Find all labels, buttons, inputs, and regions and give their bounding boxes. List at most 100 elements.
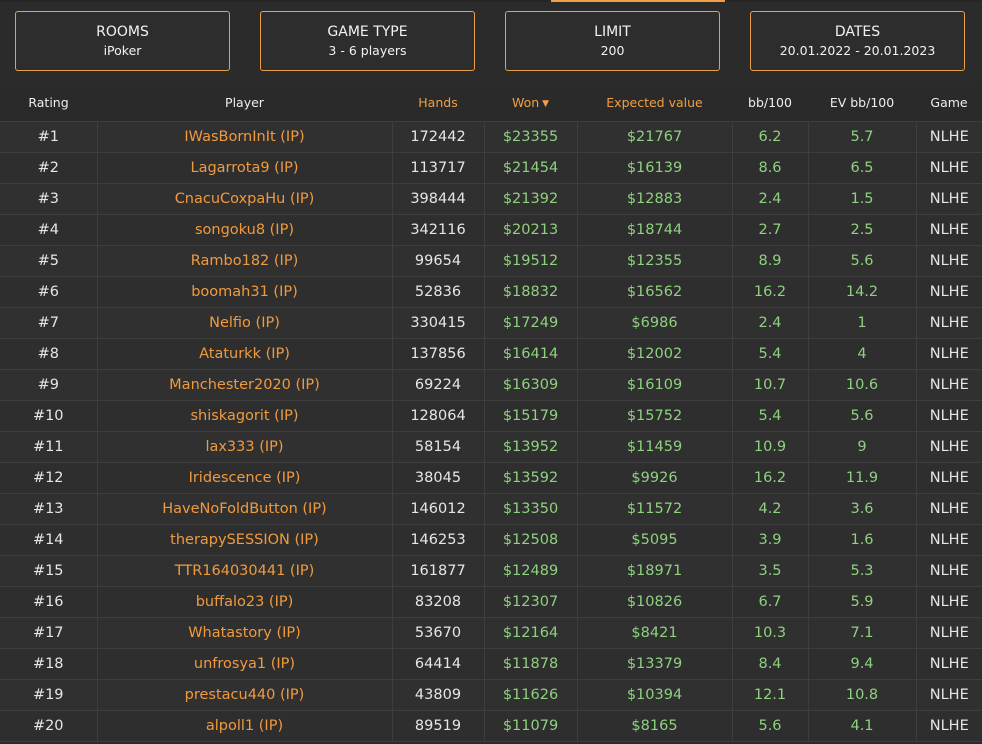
won-cell: $20213 <box>483 214 577 246</box>
rating-cell: #20 <box>0 710 97 742</box>
expected-value-cell: $12883 <box>576 183 732 215</box>
game-cell: NLHE <box>915 121 982 153</box>
rating-cell: #9 <box>0 369 97 401</box>
expected-value-cell: $8165 <box>576 710 732 742</box>
rating-cell: #4 <box>0 214 97 246</box>
column-header-hands[interactable]: Hands <box>392 84 484 122</box>
rating-cell: #5 <box>0 245 97 277</box>
game-cell: NLHE <box>915 710 982 742</box>
column-header-expected-value[interactable]: Expected value <box>577 84 732 122</box>
rating-cell: #6 <box>0 276 97 308</box>
game-cell: NLHE <box>915 555 982 587</box>
table-row[interactable]: #17 Whatastory (IP) 53670 $12164 $8421 10.3 7.… <box>0 617 982 649</box>
expected-value-cell: $21767 <box>576 121 732 153</box>
table-row[interactable]: #8 Ataturkk (IP) 137856 $16414 $12002 5.4 4 NLH… <box>0 338 982 370</box>
game-cell: NLHE <box>915 307 982 339</box>
player-link[interactable]: IWasBornInIt (IP) <box>96 121 392 153</box>
column-header-won[interactable]: Won ▼ <box>484 84 577 122</box>
game-cell: NLHE <box>915 183 982 215</box>
expected-value-cell: $8421 <box>576 617 732 649</box>
player-link[interactable]: HaveNoFoldButton (IP) <box>96 493 392 525</box>
player-link[interactable]: therapySESSION (IP) <box>96 524 392 556</box>
ev-bb100-cell: 9 <box>807 431 916 463</box>
won-cell: $21392 <box>483 183 577 215</box>
expected-value-cell: $9926 <box>576 462 732 494</box>
hands-cell: 137856 <box>391 338 484 370</box>
player-link[interactable]: buffalo23 (IP) <box>96 586 392 618</box>
player-link[interactable]: Nelfio (IP) <box>96 307 392 339</box>
table-row[interactable]: #5 Rambo182 (IP) 99654 $19512 $12355 8.9 5.6 NL… <box>0 245 982 277</box>
player-link[interactable]: Ataturkk (IP) <box>96 338 392 370</box>
table-row[interactable]: #12 Iridescence (IP) 38045 $13592 $9926 16.2 1… <box>0 462 982 494</box>
ev-bb100-cell: 1 <box>807 307 916 339</box>
table-row[interactable]: #11 lax333 (IP) 58154 $13952 $11459 10.9 9 NLHE <box>0 431 982 463</box>
table-row[interactable]: #10 shiskagorit (IP) 128064 $15179 $15752 5.4… <box>0 400 982 432</box>
expected-value-cell: $18744 <box>576 214 732 246</box>
table-row[interactable]: #14 therapySESSION (IP) 146253 $12508 $5095 3… <box>0 524 982 556</box>
expected-value-cell: $5095 <box>576 524 732 556</box>
hands-cell: 342116 <box>391 214 484 246</box>
table-row[interactable]: #3 CnacuCoxpaHu (IP) 398444 $21392 $12883 2.4… <box>0 183 982 215</box>
ev-bb100-cell: 5.3 <box>807 555 916 587</box>
dates-filter[interactable]: DATES 20.01.2022 - 20.01.2023 <box>750 11 965 71</box>
filter-title: ROOMS <box>96 24 149 40</box>
table-row[interactable]: #2 Lagarrota9 (IP) 113717 $21454 $16139 8.6 6.… <box>0 152 982 184</box>
bb100-cell: 6.2 <box>731 121 808 153</box>
table-row[interactable]: #16 buffalo23 (IP) 83208 $12307 $10826 6.7 5.9… <box>0 586 982 618</box>
column-header-rating: Rating <box>0 84 97 122</box>
game-cell: NLHE <box>915 462 982 494</box>
expected-value-cell: $11459 <box>576 431 732 463</box>
table-row[interactable]: #15 TTR164030441 (IP) 161877 $12489 $18971 3.… <box>0 555 982 587</box>
limit-filter[interactable]: LIMIT 200 <box>505 11 720 71</box>
table-row[interactable]: #9 Manchester2020 (IP) 69224 $16309 $16109 10… <box>0 369 982 401</box>
game-cell: NLHE <box>915 648 982 680</box>
player-link[interactable]: prestacu440 (IP) <box>96 679 392 711</box>
table-row[interactable]: #7 Nelfio (IP) 330415 $17249 $6986 2.4 1 NLHE <box>0 307 982 339</box>
table-row[interactable]: #19 prestacu440 (IP) 43809 $11626 $10394 12.1… <box>0 679 982 711</box>
player-link[interactable]: Lagarrota9 (IP) <box>96 152 392 184</box>
rating-cell: #16 <box>0 586 97 618</box>
table-row[interactable]: #1 IWasBornInIt (IP) 172442 $23355 $21767 6.2… <box>0 121 982 153</box>
hands-cell: 330415 <box>391 307 484 339</box>
player-link[interactable]: unfrosya1 (IP) <box>96 648 392 680</box>
game-cell: NLHE <box>915 617 982 649</box>
ev-bb100-cell: 4 <box>807 338 916 370</box>
player-link[interactable]: Iridescence (IP) <box>96 462 392 494</box>
player-link[interactable]: alpoll1 (IP) <box>96 710 392 742</box>
bb100-cell: 2.4 <box>731 183 808 215</box>
player-link[interactable]: songoku8 (IP) <box>96 214 392 246</box>
player-link[interactable]: lax333 (IP) <box>96 431 392 463</box>
game-cell: NLHE <box>915 338 982 370</box>
won-cell: $12508 <box>483 524 577 556</box>
player-link[interactable]: Manchester2020 (IP) <box>96 369 392 401</box>
won-cell: $18832 <box>483 276 577 308</box>
player-link[interactable]: shiskagorit (IP) <box>96 400 392 432</box>
hands-cell: 89519 <box>391 710 484 742</box>
hands-cell: 43809 <box>391 679 484 711</box>
player-link[interactable]: boomah31 (IP) <box>96 276 392 308</box>
filter-value: 200 <box>600 43 625 58</box>
rating-cell: #1 <box>0 121 97 153</box>
player-link[interactable]: TTR164030441 (IP) <box>96 555 392 587</box>
rooms-filter[interactable]: ROOMS iPoker <box>15 11 230 71</box>
rating-cell: #2 <box>0 152 97 184</box>
table-row[interactable]: #13 HaveNoFoldButton (IP) 146012 $13350 $115… <box>0 493 982 525</box>
won-cell: $11079 <box>483 710 577 742</box>
table-row[interactable]: #6 boomah31 (IP) 52836 $18832 $16562 16.2 14.2… <box>0 276 982 308</box>
filter-title: GAME TYPE <box>327 24 408 40</box>
ev-bb100-cell: 10.6 <box>807 369 916 401</box>
player-link[interactable]: CnacuCoxpaHu (IP) <box>96 183 392 215</box>
bb100-cell: 5.4 <box>731 338 808 370</box>
player-link[interactable]: Whatastory (IP) <box>96 617 392 649</box>
table-row[interactable]: #18 unfrosya1 (IP) 64414 $11878 $13379 8.4 9.4… <box>0 648 982 680</box>
bb100-cell: 8.9 <box>731 245 808 277</box>
rating-cell: #10 <box>0 400 97 432</box>
table-row[interactable]: #20 alpoll1 (IP) 89519 $11079 $8165 5.6 4.1 NLH… <box>0 710 982 742</box>
ev-bb100-cell: 1.5 <box>807 183 916 215</box>
expected-value-cell: $6986 <box>576 307 732 339</box>
hands-cell: 58154 <box>391 431 484 463</box>
game-type-filter[interactable]: GAME TYPE 3 - 6 players <box>260 11 475 71</box>
table-row[interactable]: #4 songoku8 (IP) 342116 $20213 $18744 2.7 2.5 N… <box>0 214 982 246</box>
won-cell: $23355 <box>483 121 577 153</box>
player-link[interactable]: Rambo182 (IP) <box>96 245 392 277</box>
